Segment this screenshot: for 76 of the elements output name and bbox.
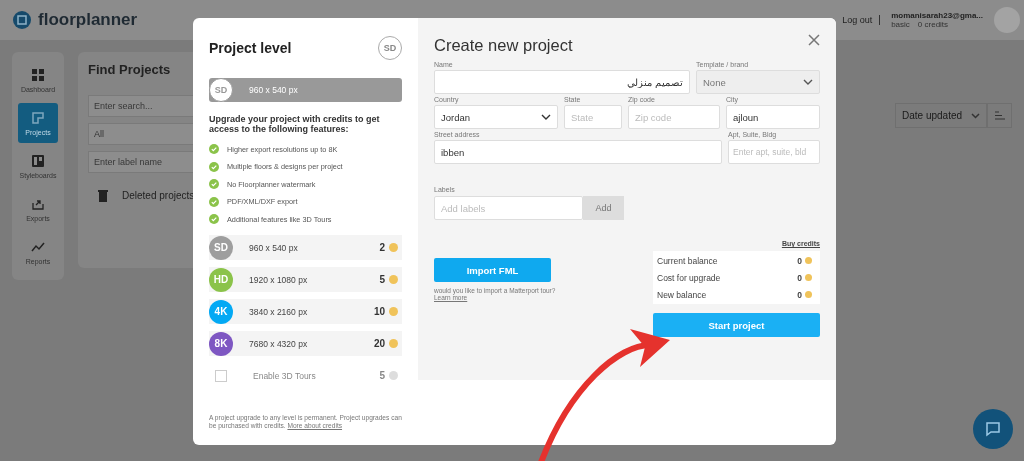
resolution-text: 960 x 540 px (249, 242, 299, 253)
import-button[interactable]: Import FML (434, 258, 551, 282)
check-icon (209, 179, 219, 190)
coin-icon (389, 371, 398, 381)
check-icon (209, 214, 219, 225)
country-select[interactable]: Jordan (434, 105, 558, 129)
check-icon (209, 161, 219, 172)
chat-icon (985, 421, 1001, 437)
credit-count: 2 (379, 242, 385, 254)
state-field[interactable]: State (564, 105, 622, 129)
balance-value: 0 (797, 289, 802, 300)
check-icon (209, 196, 219, 207)
level-badge: HD (209, 267, 233, 292)
level-option[interactable]: HD 1920 x 1080 px 5 (209, 267, 402, 293)
credit-count: 5 (379, 370, 385, 382)
user-email: momanisarah23@gma... (891, 11, 983, 20)
add-button[interactable]: Add (583, 196, 624, 220)
credit-count: 5 (379, 274, 385, 286)
coin-icon (389, 275, 398, 285)
coin-icon (805, 274, 812, 281)
sort-order-button[interactable] (987, 103, 1012, 128)
panel-title: Find Projects (88, 62, 172, 77)
level-option[interactable]: 4K 3840 x 2160 px 10 (209, 299, 402, 325)
logo-icon (12, 10, 32, 30)
dialog-title: Create new project (434, 36, 573, 55)
chevron-icon (971, 112, 980, 119)
chat-button[interactable] (973, 409, 1013, 449)
layout-icon (31, 110, 45, 125)
level-badge: SD (209, 235, 233, 260)
name-field[interactable]: تصميم منزلي (434, 70, 690, 94)
resolution-text: 1920 x 1080 px (249, 274, 309, 285)
credit-count: 10 (373, 306, 385, 318)
street-field[interactable]: ibben (434, 140, 722, 164)
tours-label: Enable 3D Tours (253, 370, 317, 381)
level-option[interactable]: 8K 7680 x 4320 px 20 (209, 331, 402, 357)
coin-icon (805, 257, 812, 264)
zip-field[interactable]: Zip code (628, 105, 720, 129)
credit-count: 20 (373, 338, 385, 350)
balance-label: Cost for upgrade (657, 272, 722, 283)
labels-field[interactable]: Add labels (434, 196, 583, 220)
chevron-icon (541, 114, 551, 120)
deleted-projects-link[interactable]: Deleted projects (122, 190, 195, 201)
layout-icon (31, 153, 45, 168)
chevron-icon (803, 79, 813, 85)
panel-title: Project level (209, 40, 292, 56)
balance-label: Current balance (657, 255, 719, 266)
level-badge: SD (209, 78, 233, 102)
level-option[interactable]: SD 960 x 540 px 2 (209, 235, 402, 261)
resolution-text: 7680 x 4320 px (249, 338, 309, 349)
coin-icon (389, 339, 398, 349)
template-select[interactable]: None (696, 70, 820, 94)
start-project-button[interactable]: Start project (653, 313, 820, 337)
balance-value: 0 (797, 255, 802, 266)
tours-checkbox[interactable] (215, 369, 227, 382)
logout-link[interactable]: Log out (842, 15, 881, 25)
coin-icon (389, 307, 398, 317)
grid-icon (31, 67, 45, 82)
current-level-bar[interactable]: SD 960 x 540 px (209, 78, 402, 102)
city-field[interactable]: ajloun (726, 105, 820, 129)
level-badge: 4K (209, 299, 233, 324)
coin-icon (389, 243, 398, 253)
sort-select[interactable]: Date updated (895, 103, 987, 128)
plan-label: basic (891, 20, 910, 29)
credits-label: 0 credits (917, 20, 949, 29)
resolution-text: 960 x 540 px (249, 85, 298, 95)
close-icon[interactable] (808, 34, 820, 46)
logo-text[interactable]: floorplanner (38, 10, 138, 30)
trash-icon (98, 189, 108, 202)
balance-label: New balance (657, 289, 708, 300)
resolution-text: 3840 x 2160 px (249, 306, 309, 317)
check-icon (209, 144, 219, 155)
coin-icon (805, 291, 812, 298)
level-badge: 8K (209, 331, 233, 356)
sort-icon (993, 111, 1006, 120)
balance-value: 0 (797, 272, 802, 283)
intro-text: Upgrade your project with credits to get access to the following features: (209, 114, 381, 135)
